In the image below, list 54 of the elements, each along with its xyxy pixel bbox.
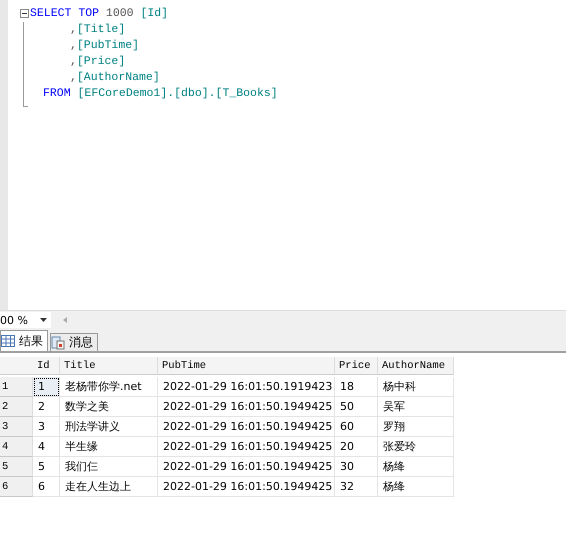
row-header[interactable]: 1 xyxy=(0,377,33,397)
code-line: SELECT TOP 1000 [Id] xyxy=(30,6,168,20)
table-cell: 2022-01-29 16:01:50.1949425 xyxy=(158,477,335,497)
table-cell: 2 xyxy=(33,397,60,417)
table-cell: 6 xyxy=(33,477,60,497)
table-cell: 5 xyxy=(33,457,60,477)
table-cell: 1 xyxy=(33,377,60,397)
code-line: ,[Price] xyxy=(70,54,126,68)
column-header[interactable]: AuthorName xyxy=(378,357,454,375)
zoom-dropdown[interactable]: 00 % xyxy=(0,312,51,328)
table-cell: 20 xyxy=(335,437,378,457)
code-line: ,[AuthorName] xyxy=(70,70,160,84)
document-icon xyxy=(51,336,65,350)
code-line: ,[PubTime] xyxy=(70,38,140,52)
row-header[interactable]: 3 xyxy=(0,417,33,437)
table-cell: 杨绛 xyxy=(378,457,454,477)
table-cell: 老杨带你学.net xyxy=(60,377,158,397)
table-cell: 数学之美 xyxy=(60,397,158,417)
table-cell: 罗翔 xyxy=(378,417,454,437)
row-header[interactable]: 4 xyxy=(0,437,33,457)
table-cell: 2022-01-29 16:01:50.1949425 xyxy=(158,417,335,437)
table-cell: 50 xyxy=(335,397,378,417)
table-cell: 走在人生边上 xyxy=(60,477,158,497)
column-header[interactable]: Id xyxy=(33,357,60,375)
table-cell: 杨中科 xyxy=(378,377,454,397)
row-header[interactable]: 6 xyxy=(0,477,33,497)
table-cell: 4 xyxy=(33,437,60,457)
code-line: FROM [EFCoreDemo1].[dbo].[T_Books] xyxy=(43,86,278,100)
table-cell: 杨绛 xyxy=(378,477,454,497)
table-cell: 半生缘 xyxy=(60,437,158,457)
table-cell: 2022-01-29 16:01:50.1919423 xyxy=(158,377,335,397)
tab[interactable]: 结果 xyxy=(0,330,48,351)
table-cell: 3 xyxy=(33,417,60,437)
column-header[interactable]: PubTime xyxy=(158,357,335,375)
code-line: ,[Title] xyxy=(70,22,126,36)
table-cell: 张爱玲 xyxy=(378,437,454,457)
row-header[interactable]: 2 xyxy=(0,397,33,417)
caret-icon xyxy=(40,318,47,322)
row-header[interactable]: 5 xyxy=(0,457,33,477)
table-cell: 18 xyxy=(335,377,378,397)
column-header[interactable]: Title xyxy=(60,357,158,375)
table-cell: 32 xyxy=(335,477,378,497)
tab[interactable]: 消息 xyxy=(50,333,98,351)
collapse-icon[interactable] xyxy=(20,8,28,18)
table-cell: 2022-01-29 16:01:50.1949425 xyxy=(158,437,335,457)
column-header[interactable]: Price xyxy=(335,357,378,375)
table-cell: 刑法学讲义 xyxy=(60,417,158,437)
table-cell: 吴军 xyxy=(378,397,454,417)
table-cell: 60 xyxy=(335,417,378,437)
table-cell: 2022-01-29 16:01:50.1949425 xyxy=(158,457,335,477)
grid-icon xyxy=(1,335,15,347)
table-cell: 我们仨 xyxy=(60,457,158,477)
table-cell: 2022-01-29 16:01:50.1949425 xyxy=(158,397,335,417)
table-cell: 30 xyxy=(335,457,378,477)
